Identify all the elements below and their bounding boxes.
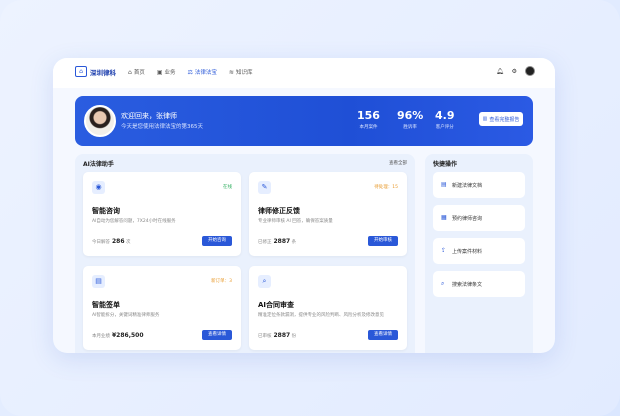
card-title: 智能签单 [92,301,120,309]
card-meta: 今日解答 286 次 [92,238,131,245]
nav-item-label: 法律法宝 [194,70,217,76]
quick-actions-panel: 快捷操作 ▤ 新建法律文档 ▦ 预约律师咨询 ⇪ 上传案件材料 ⌕ 搜索法律条文 [425,154,533,353]
nav-item-label: 知识库 [235,70,253,76]
stat-label: 胜诉率 [403,125,417,130]
stat-label: 客户评分 [435,125,454,130]
view-report-label: 查看完整报告 [489,116,520,123]
nav-item-label: 首页 [133,70,145,76]
card-meta: 已修正 2887 条 [258,238,297,245]
user-avatar [84,105,116,137]
stat-rating: 4.9 客户评分 [435,109,455,130]
stat-value: 4.9 [435,109,455,122]
view-report-button[interactable]: ▥ 查看完整报告 [479,112,523,126]
avatar[interactable] [525,66,535,76]
quick-label: 新建法律文档 [452,183,483,189]
card-desc: 精准定位条款漏洞，提供专业的风险判断、风险分析及修改意见 [258,313,384,318]
status-badge: 在线 [223,185,232,190]
quick-new-document[interactable]: ▤ 新建法律文档 [433,172,525,198]
logo[interactable]: ⌂ 深圳律科 [75,66,116,77]
nav-item-legal-treasure[interactable]: ⚖ 法律法宝 [187,68,217,77]
panel-title: 快捷操作 [433,161,458,168]
logo-icon: ⌂ [75,66,87,77]
nav-item-knowledge[interactable]: ≋ 知识库 [228,68,253,77]
top-nav: ⌂ 深圳律科 ⌂ 首页 ▣ 业务 ⚖ 法律法宝 ≋ 知识库 🔔︎ ⚙ [53,58,555,88]
stat-win-rate: 96% 胜诉率 [397,109,423,130]
card-lawyer-feedback[interactable]: ✎ 待处理：15 律师修正反馈 专业律师审核 AI 回答，确保答案质量 已修正 2… [249,172,407,256]
card-title: 律师修正反馈 [258,207,300,215]
calendar-icon: ▦ [441,214,447,221]
gear-icon[interactable]: ⚙ [512,68,517,75]
card-title: AI合同审查 [258,301,295,309]
view-details-button[interactable]: 查看详情 [202,330,232,340]
panel-title: AI法律助手 [83,161,114,168]
nav-item-label: 业务 [164,70,176,76]
chat-icon: ◉ [92,181,105,194]
clipboard-icon: ▤ [92,275,105,288]
briefcase-icon: ▣ [156,68,163,76]
card-desc: AI自动为您解答问题，7X24小时在线服务 [92,219,176,224]
welcome-banner: 欢迎回来，张律师 今天是您使用法律法宝的第365天 156 本月案件 96% 胜… [75,96,533,146]
stat-value: 156 [357,109,380,122]
nav-item-home[interactable]: ⌂ 首页 [128,68,145,77]
start-consult-button[interactable]: 开始咨询 [202,236,232,246]
quick-book-lawyer[interactable]: ▦ 预约律师咨询 [433,205,525,231]
graduation-cap-icon: ≋ [228,68,234,76]
document-edit-icon: ✎ [258,181,271,194]
upload-icon: ⇪ [441,247,447,254]
contract-search-icon: ⌕ [258,275,271,288]
quick-upload-materials[interactable]: ⇪ 上传案件材料 [433,238,525,264]
logo-text: 深圳律科 [90,68,116,77]
view-all-link[interactable]: 查看全部 [389,160,407,166]
ai-assistant-panel: AI法律助手 查看全部 ◉ 在线 智能咨询 AI自动为您解答问题，7X24小时在… [75,154,415,353]
chart-icon: ▥ [482,116,488,122]
card-smart-consult[interactable]: ◉ 在线 智能咨询 AI自动为您解答问题，7X24小时在线服务 今日解答 286 … [83,172,241,256]
gavel-icon: ⚖ [187,68,193,76]
app-window: ⌂ 深圳律科 ⌂ 首页 ▣ 业务 ⚖ 法律法宝 ≋ 知识库 🔔︎ ⚙ 欢迎回来，… [53,58,555,353]
bell-icon[interactable]: 🔔︎ [496,68,504,75]
stat-value: 96% [397,109,424,122]
search-icon: ⌕ [441,280,445,287]
card-desc: AI智能拆分，关键词精准律师服务 [92,313,160,318]
welcome-title: 欢迎回来，张律师 [121,112,177,120]
status-badge: 待处理：15 [374,185,398,190]
view-details-button[interactable]: 查看详情 [368,330,398,340]
card-contract-review[interactable]: ⌕ AI合同审查 精准定位条款漏洞，提供专业的风险判断、风险分析及修改意见 已审… [249,266,407,350]
quick-label: 搜索法律条文 [452,282,483,288]
quick-search-law[interactable]: ⌕ 搜索法律条文 [433,271,525,297]
quick-label: 预约律师咨询 [452,216,483,222]
document-add-icon: ▤ [441,181,447,188]
quick-label: 上传案件材料 [452,249,483,255]
card-smart-signing[interactable]: ▤ 新订单：3 智能签单 AI智能拆分，关键词精准律师服务 本月业绩 ¥286,5… [83,266,241,350]
stat-cases: 156 本月案件 [357,109,380,130]
status-badge: 新订单：3 [211,279,232,284]
nav-item-business[interactable]: ▣ 业务 [156,68,176,77]
card-title: 智能咨询 [92,207,120,215]
home-icon: ⌂ [128,68,132,76]
card-meta: 本月业绩 ¥286,500 [92,332,144,339]
stat-label: 本月案件 [359,125,378,130]
card-desc: 专业律师审核 AI 回答，确保答案质量 [258,219,333,224]
card-meta: 已审核 2887 份 [258,332,297,339]
start-review-button[interactable]: 开始审核 [368,236,398,246]
welcome-subtitle: 今天是您使用法律法宝的第365天 [121,124,203,130]
